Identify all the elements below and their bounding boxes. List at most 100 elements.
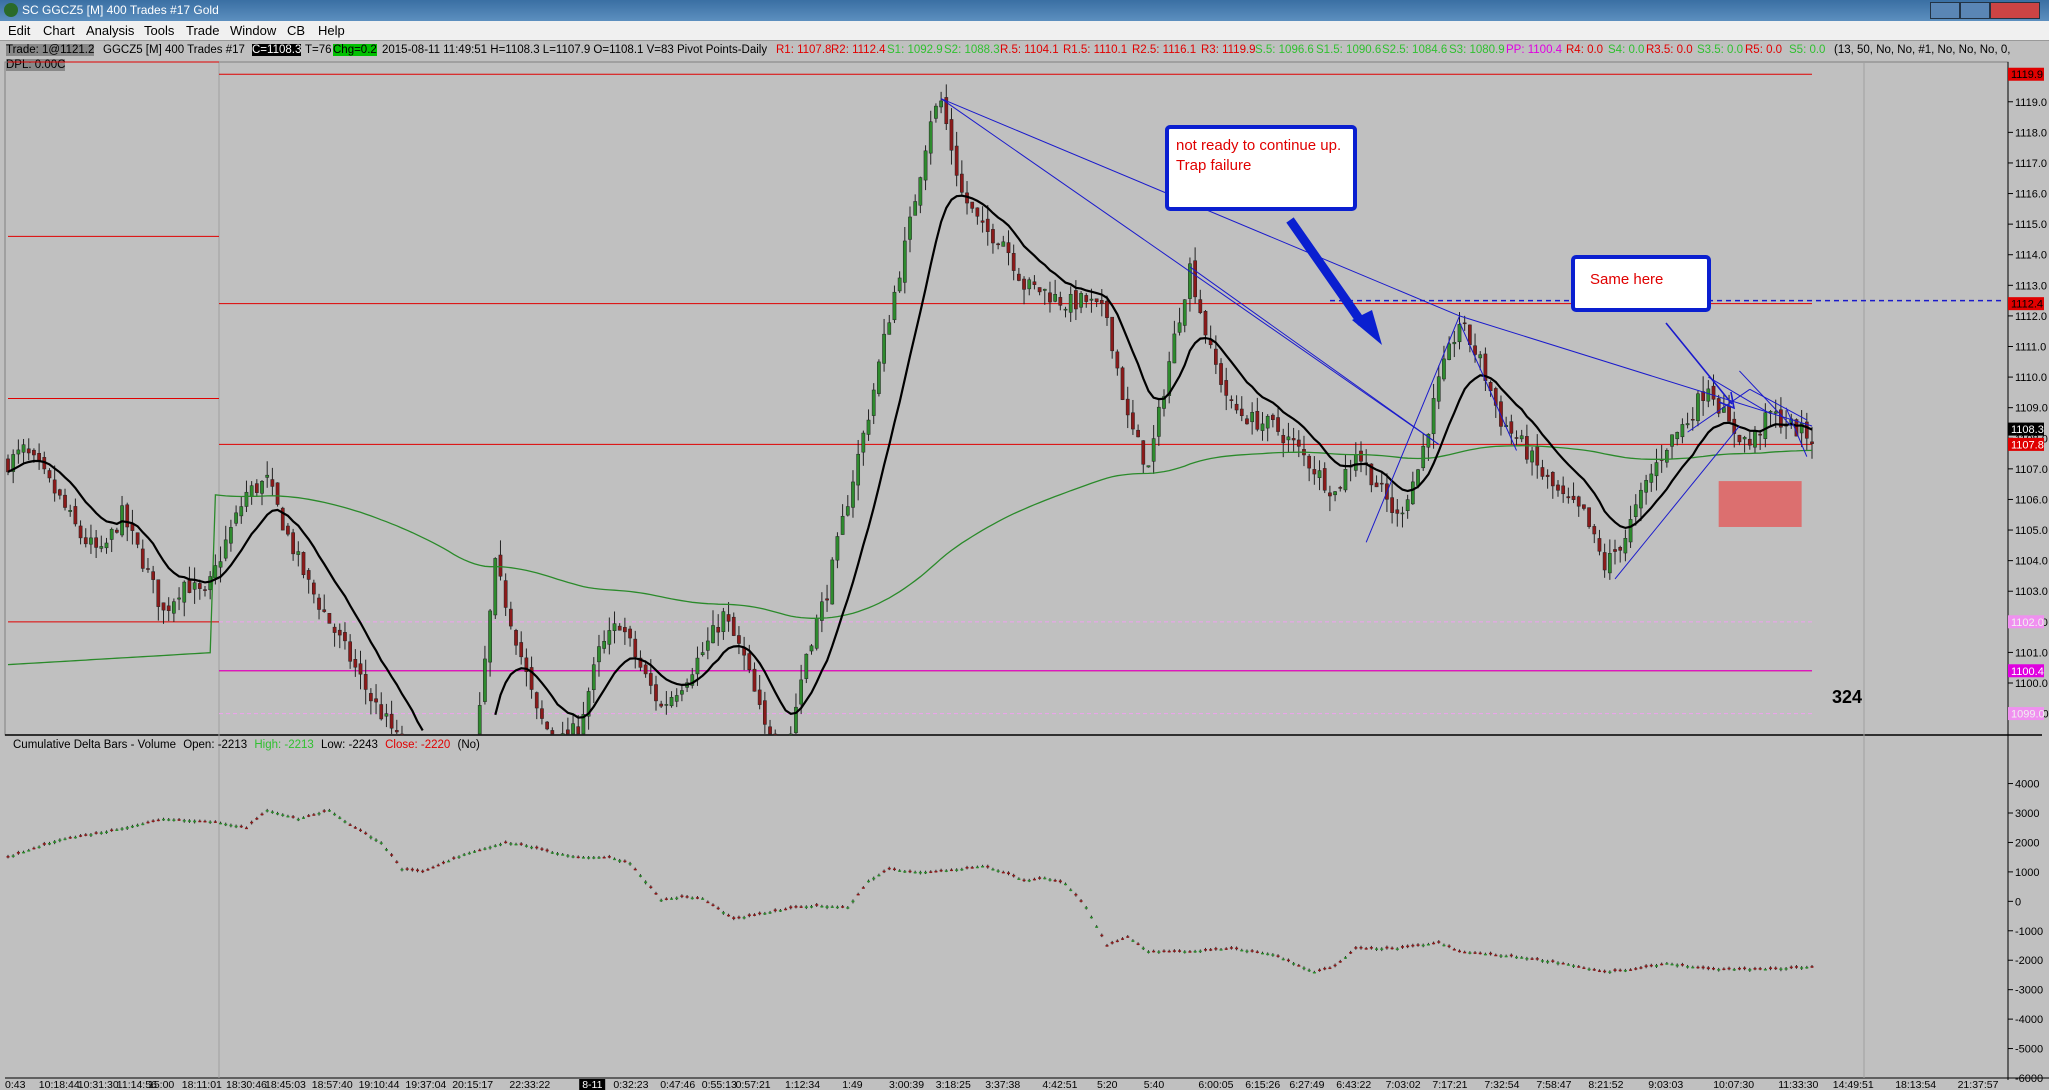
candle-body [607,630,612,645]
delta-bar [550,852,554,854]
delta-bar [602,856,606,859]
candle-body [270,479,275,487]
delta-bar [187,820,191,822]
candle-body [1053,294,1057,302]
delta-bar [960,868,964,871]
candle-body [845,506,850,516]
candle-body [1727,405,1731,422]
delta-bar [73,836,77,839]
delta-bar [1069,889,1073,892]
candle-body [1099,300,1104,304]
candle-body [1602,552,1607,571]
price-tick-label: 1114.0 [2015,250,2047,262]
price-tick-label: 1101.0 [2015,647,2048,659]
candle-body [1442,358,1446,380]
candle-body [369,693,373,702]
candle-body [317,597,321,610]
candle-body [1296,439,1301,447]
delta-bar [94,832,98,834]
delta-bar [1634,968,1638,970]
delta-bar [182,820,186,822]
candle-body [768,726,772,735]
price-tick-label: 1119.0 [2015,97,2047,109]
delta-bar [1235,947,1239,950]
candle-body [1587,507,1591,527]
delta-bar [587,857,591,859]
candle-body [1607,553,1612,574]
delta-bar [1509,954,1513,957]
candle-body [1576,496,1581,507]
candle-body [897,277,902,292]
candle-body [1105,300,1109,318]
delta-bar [1203,949,1207,951]
candle-body [633,638,638,658]
candle-body [1613,549,1617,552]
delta-bar [1504,955,1508,958]
candle-body [52,479,57,494]
candle-body [343,632,347,642]
candle-body [172,601,176,614]
delta-bar [498,843,502,846]
callout-text-2: Same here [1590,271,1663,288]
candle-body [866,419,871,435]
delta-bar [1551,960,1555,962]
candle-body [47,470,52,479]
delta-bar [576,856,580,859]
delta-bar [244,827,248,830]
axis-label-r3: 1119.9 [2011,69,2043,81]
candle-body [192,582,197,590]
delta-bar [1017,878,1021,881]
delta-bar [1701,966,1705,969]
delta-bar [177,819,181,821]
candle-body [1680,424,1685,438]
candle-body [1618,547,1623,551]
delta-bar [172,819,176,821]
delta-bar [1250,950,1254,952]
delta-bar [1338,961,1342,963]
candle-body [1525,436,1529,460]
delta-bar [115,829,119,831]
lower-panel-high: High: -2213 [254,739,313,751]
time-tick-label: 6:00:05 [1198,1079,1233,1090]
delta-tick-label: -5000 [2015,1044,2043,1056]
time-tick-label: 3:18:25 [936,1079,971,1090]
time-tick-label: 0:55:13 [702,1079,737,1090]
candle-body [1291,438,1296,441]
candle-body [208,576,213,591]
delta-bar [607,856,611,858]
delta-bar [348,824,352,826]
delta-bar [1126,936,1130,938]
price-chart[interactable]: 1099.0 1100.0 1101.0 1102.0 1103.0 1104.0 1105… [0,0,2049,1090]
delta-bar [364,832,368,835]
delta-bar [493,845,497,847]
candle-body [1566,496,1571,499]
delta-bar [462,854,466,856]
callout-text-1: not ready to continue up. Trap failure [1176,137,1342,174]
candle-body [301,552,306,576]
candle-body [892,291,897,321]
candle-body [597,646,601,663]
delta-bar [1121,938,1125,940]
candle-body [1027,279,1032,290]
delta-bar [1774,967,1778,970]
candle-body [861,432,866,453]
delta-bar [996,870,1000,872]
delta-bar [1515,956,1519,959]
candle-body [1317,470,1322,478]
candle-body [545,721,549,730]
candle-body [503,580,508,608]
delta-bar [1079,900,1083,902]
delta-bar [79,835,83,837]
delta-bar [903,871,907,873]
time-tick-label: 7:17:21 [1432,1079,1467,1090]
lower-panel-low: Low: -2243 [321,739,378,751]
delta-bar [856,893,860,896]
candle-body [166,605,171,611]
delta-bar [1411,944,1415,947]
delta-bar [162,818,166,821]
delta-bar [58,839,62,842]
candle-body [695,657,700,675]
candle-body [1400,512,1405,515]
candle-body [799,679,803,705]
candle-body [1084,295,1089,302]
